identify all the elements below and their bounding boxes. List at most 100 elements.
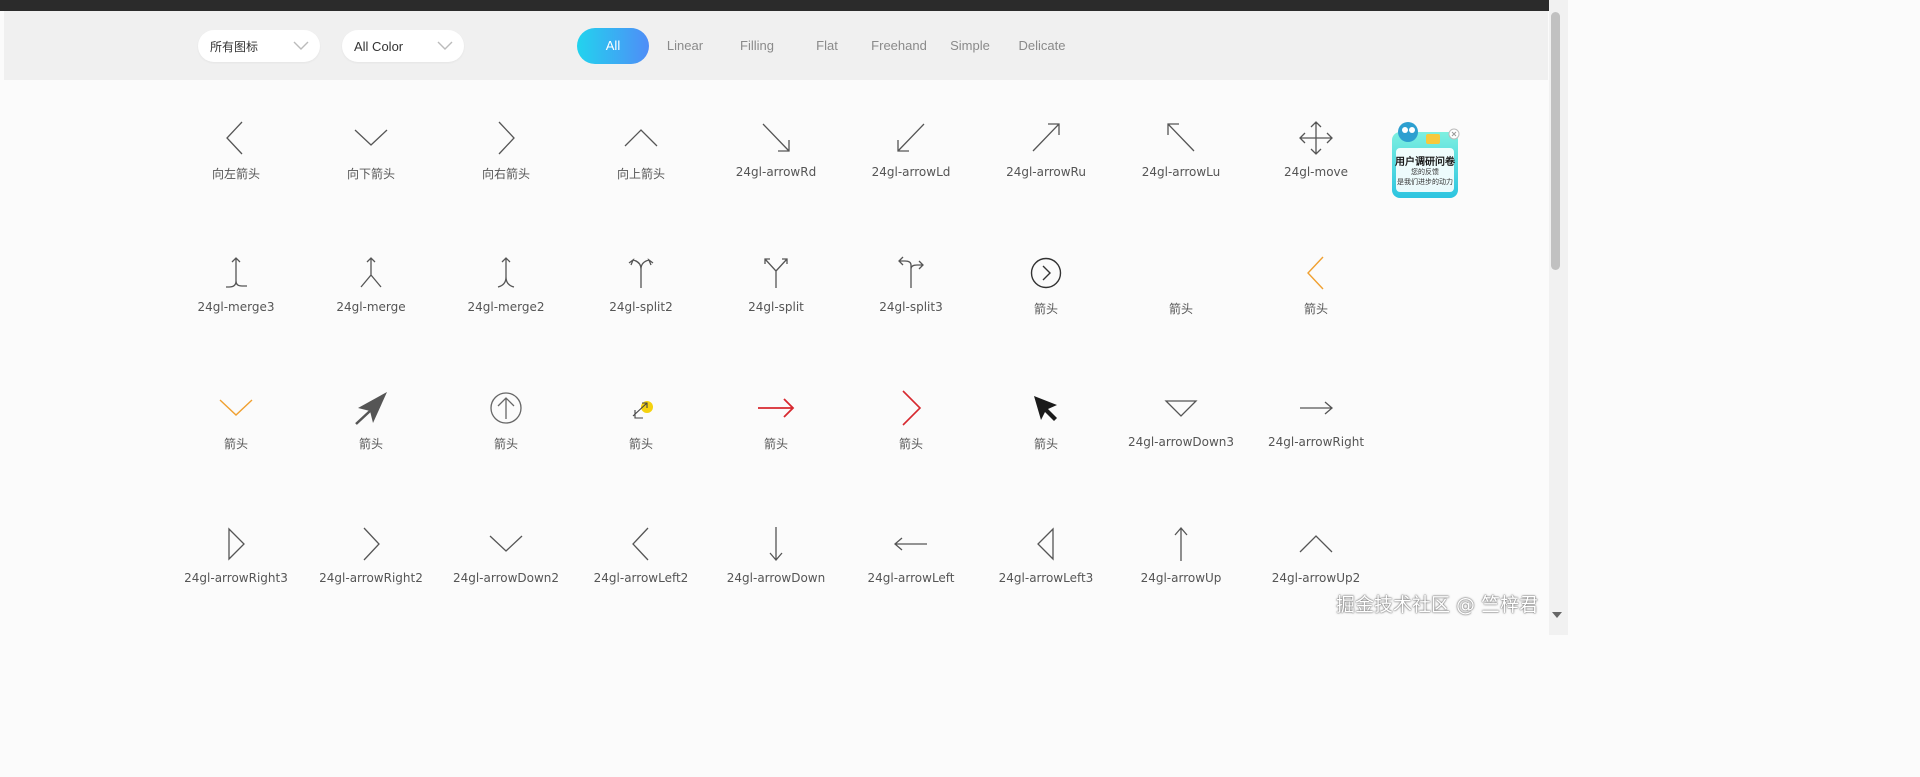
icon-label: 箭头 [1033,437,1058,451]
color-value: All Color [354,38,404,54]
icon-card[interactable]: 24gl-arrowDown [711,524,841,624]
icon-card[interactable]: 向左箭头 [171,118,301,218]
icon-label: 24gl-move [1283,165,1349,179]
triangle-right-icon [228,527,245,561]
survey-line2: 是我们进步的动力 [1397,178,1453,186]
tab-freehand[interactable]: Freehand [870,28,928,64]
icon-label: 箭头 [223,437,248,451]
icon-label: 24gl-arrowUp2 [1271,571,1361,585]
merge2-icon [497,257,515,288]
icon-label: 24gl-arrowLd [871,165,951,179]
icon-card[interactable]: 箭头 [306,388,436,488]
icon-card[interactable]: 箭头 [846,388,976,488]
tab-linear[interactable]: Linear [663,28,707,64]
chevron-up-icon [624,129,658,147]
tab-flat[interactable]: Flat [810,28,844,64]
icon-card[interactable]: 24gl-arrowUp [1116,524,1246,624]
move-icon [1299,121,1333,155]
icon-card[interactable]: 箭头 [576,388,706,488]
icon-card[interactable]: 24gl-arrowRight [1251,388,1381,488]
orange-chevron-down-icon [219,399,253,416]
icon-card[interactable]: 24gl-merge3 [171,253,301,353]
icon-card[interactable]: 24gl-arrowLu [1116,118,1246,218]
chevron-down-icon [437,41,453,50]
icon-label: 箭头 [1033,302,1058,316]
merge3-icon [226,257,247,288]
icon-card[interactable]: 向上箭头 [576,118,706,218]
icon-card[interactable]: 箭头 [1116,253,1246,353]
arrow-up-icon [1174,527,1188,561]
icon-card[interactable]: 24gl-arrowLeft3 [981,524,1111,624]
icon-card[interactable]: 24gl-merge2 [441,253,571,353]
icon-label: 24gl-arrowDown [726,571,826,585]
icon-label: 24gl-arrowDown2 [452,571,560,585]
icon-card[interactable]: 24gl-move [1251,118,1381,218]
survey-widget[interactable]: 用户调研问卷 您的反馈 是我们进步的动力 [1388,118,1462,200]
icon-card[interactable]: 24gl-arrowLd [846,118,976,218]
icon-card[interactable]: 箭头 [441,388,571,488]
icon-label: 24gl-arrowLu [1141,165,1221,179]
survey-line1: 您的反馈 [1411,168,1439,176]
icon-label: 24gl-arrowRight3 [184,571,288,585]
chevron-right-icon [498,121,515,155]
color-select[interactable]: All Color [342,30,464,62]
icon-label: 箭头 [763,437,788,451]
navigation-arrow-icon [355,392,387,425]
icon-label: 24gl-arrowRd [735,165,817,179]
icon-card[interactable]: 24gl-arrowLeft2 [576,524,706,624]
icon-card[interactable]: 24gl-arrowRight2 [306,524,436,624]
icon-label: 向下箭头 [346,167,395,181]
icon-card[interactable]: 24gl-arrowRu [981,118,1111,218]
icon-label: 24gl-arrowLeft3 [998,571,1094,585]
chevron-left-icon [226,121,243,155]
icon-label: 箭头 [628,437,653,451]
icon-label: 24gl-arrowLeft [867,571,955,585]
icon-card[interactable]: 箭头 [171,388,301,488]
scrollbar-thumb[interactable] [1551,12,1560,270]
icon-label: 向上箭头 [616,167,665,181]
icon-card[interactable]: 24gl-arrowDown3 [1116,388,1246,488]
icon-label: 24gl-split3 [879,300,943,314]
icon-label: 箭头 [1168,302,1193,316]
icon-grid: 向左箭头 向下箭头 向右箭头 向上箭头 24gl-arrowRd 24gl-ar… [0,80,1548,635]
icon-card[interactable]: 24gl-arrowLeft [846,524,976,624]
icon-label: 24gl-split2 [609,300,673,314]
icon-label: 向右箭头 [481,167,530,181]
tab-filling[interactable]: Filling [735,28,779,64]
icon-card[interactable]: 向右箭头 [441,118,571,218]
tab-delicate[interactable]: Delicate [1017,28,1067,64]
arrow-down-right-icon [762,123,790,152]
icon-card[interactable]: 箭头 [981,388,1111,488]
icon-card[interactable]: 24gl-arrowRight3 [171,524,301,624]
orange-chevron-left-icon [1307,256,1324,290]
browser-top-bar [0,0,1568,11]
arrow-down-left-icon [897,123,925,152]
icon-label: 箭头 [358,437,383,451]
icon-type-select[interactable]: 所有图标 [198,30,320,62]
icon-card[interactable]: 24gl-arrowDown2 [441,524,571,624]
icon-label: 24gl-arrowRu [1006,165,1086,179]
icon-card[interactable]: 24gl-arrowRd [711,118,841,218]
icon-label: 箭头 [493,437,518,451]
chevron-right-icon [363,527,380,561]
icon-card[interactable]: 箭头 [1251,253,1381,353]
icon-card[interactable]: 24gl-split [711,253,841,353]
split-icon [764,258,788,288]
icon-type-value: 所有图标 [210,39,259,54]
icon-card[interactable]: 向下箭头 [306,118,436,218]
icon-label: 向左箭头 [211,167,260,181]
icon-card[interactable]: 箭头 [711,388,841,488]
icon-label: 24gl-arrowRight [1267,435,1365,449]
scroll-down-arrow-icon[interactable] [1550,610,1564,620]
merge-icon [360,257,382,288]
arrow-right-icon [1300,401,1333,415]
red-chevron-right-icon [902,390,922,426]
icon-card[interactable]: 24gl-split3 [846,253,976,353]
icon-card[interactable]: 箭头 [981,253,1111,353]
tab-simple[interactable]: Simple [949,28,991,64]
icon-label: 24gl-merge3 [197,300,275,314]
survey-title: 用户调研问卷 [1395,157,1455,168]
icon-card[interactable]: 24gl-merge [306,253,436,353]
icon-card[interactable]: 24gl-split2 [576,253,706,353]
tab-all[interactable]: All [577,28,649,64]
